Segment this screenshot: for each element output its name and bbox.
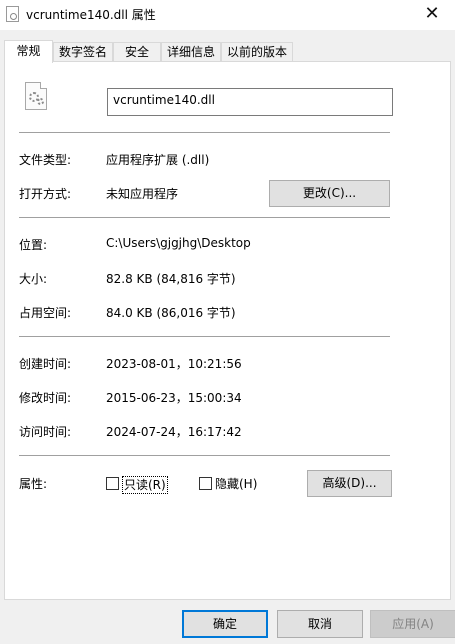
file-type-label: 文件类型: — [19, 153, 72, 167]
disk-size-label: 占用空间: — [19, 306, 72, 320]
file-icon — [6, 6, 19, 22]
accessed-label: 访问时间: — [19, 425, 72, 439]
created-value: 2023-08-01，10:21:56 — [106, 357, 242, 371]
advanced-button[interactable]: 高级(D)... — [307, 470, 392, 497]
readonly-checkbox[interactable]: 只读(R) — [106, 476, 168, 494]
attributes-label: 属性: — [19, 477, 48, 491]
divider — [19, 336, 390, 337]
opens-with-value: 未知应用程序 — [106, 187, 179, 201]
hidden-checkbox-label[interactable]: 隐藏(H) — [215, 476, 257, 492]
modified-label: 修改时间: — [19, 391, 72, 405]
file-type-value: 应用程序扩展 (.dll) — [106, 153, 210, 167]
close-icon[interactable]: ✕ — [409, 0, 455, 30]
created-label: 创建时间: — [19, 357, 72, 371]
window-title: vcruntime140.dll 属性 — [26, 8, 156, 22]
gear-file-icon — [25, 82, 47, 110]
divider — [19, 217, 390, 218]
divider — [19, 132, 390, 133]
tab-previous-versions[interactable]: 以前的版本 — [221, 42, 293, 62]
disk-size-value: 84.0 KB (86,016 字节) — [106, 306, 236, 320]
divider — [19, 455, 390, 456]
accessed-value: 2024-07-24，16:17:42 — [106, 425, 242, 439]
hidden-checkbox[interactable]: 隐藏(H) — [199, 476, 261, 492]
tab-security[interactable]: 安全 — [113, 42, 161, 62]
file-name-input[interactable]: vcruntime140.dll — [107, 88, 393, 116]
tab-general[interactable]: 常规 — [4, 40, 53, 63]
title-bar[interactable]: vcruntime140.dll 属性 ✕ — [0, 0, 455, 30]
cancel-button[interactable]: 取消 — [277, 610, 363, 638]
gear-small-icon — [37, 98, 44, 105]
hidden-checkbox-box[interactable] — [199, 477, 212, 490]
ok-button[interactable]: 确定 — [182, 610, 268, 638]
size-value: 82.8 KB (84,816 字节) — [106, 272, 236, 286]
tab-digital-signatures[interactable]: 数字签名 — [53, 42, 113, 62]
opens-with-label: 打开方式: — [19, 187, 72, 201]
apply-button[interactable]: 应用(A) — [370, 610, 455, 638]
general-panel: vcruntime140.dll 文件类型: 应用程序扩展 (.dll) 打开方… — [4, 61, 451, 600]
tab-details[interactable]: 详细信息 — [161, 42, 221, 62]
readonly-checkbox-label[interactable]: 只读(R) — [122, 476, 168, 494]
change-button[interactable]: 更改(C)... — [269, 180, 390, 207]
readonly-checkbox-box[interactable] — [106, 477, 119, 490]
tab-strip: 常规 数字签名 安全 详细信息 以前的版本 — [4, 40, 451, 63]
location-label: 位置: — [19, 238, 48, 252]
location-value: C:\Users\gjgjhg\Desktop — [106, 236, 251, 250]
size-label: 大小: — [19, 272, 48, 286]
modified-value: 2015-06-23，15:00:34 — [106, 391, 242, 405]
